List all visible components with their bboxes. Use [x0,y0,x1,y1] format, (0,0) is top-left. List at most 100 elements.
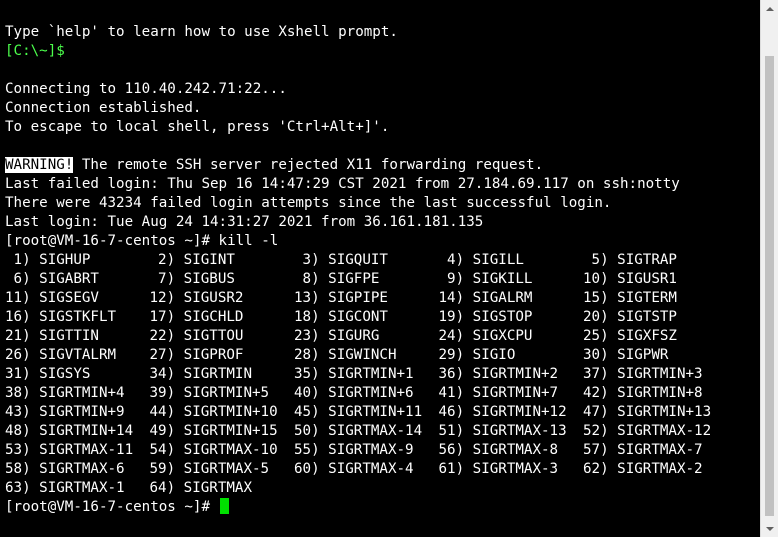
signal-entry: 16) SIGSTKFLT [5,309,117,325]
signal-entry: 41) SIGRTMIN+7 [438,385,559,401]
signal-entry: 19) SIGSTOP [438,309,533,325]
warning-text: The remote SSH server rejected X11 forwa… [73,157,544,173]
signal-entry: 26) SIGVTALRM [5,347,117,363]
signal-row: 31) SIGSYS 34) SIGRTMIN 35) SIGRTMIN+1 36) … [5,365,728,384]
signal-entry: 14) SIGALRM [438,290,533,306]
signal-entry: 8) SIGFPE [294,271,380,287]
signal-entry: 12) SIGUSR2 [149,290,244,306]
signal-entry: 47) SIGRTMIN+13 [583,404,712,420]
signal-row: 21) SIGTTIN 22) SIGTTOU 23) SIGURG 24) SIGX… [5,327,728,346]
command-line: [root@VM-16-7-centos ~]# kill -l [5,233,279,249]
signal-entry: 39) SIGRTMIN+5 [149,385,270,401]
signal-entry: 24) SIGXCPU [438,328,533,344]
last-login-line: Last login: Tue Aug 24 14:31:27 2021 fro… [5,214,484,230]
warning-line: WARNING! The remote SSH server rejected … [5,156,728,175]
established-line: Connection established. [5,100,202,116]
signal-entry: 25) SIGXFSZ [583,328,677,344]
failed-attempts-line: There were 43234 failed login attempts s… [5,195,612,211]
signal-row: 38) SIGRTMIN+4 39) SIGRTMIN+5 40) SIGRTMIN… [5,384,728,403]
signal-entry: 52) SIGRTMAX-12 [583,423,712,439]
signal-row: 1) SIGHUP 2) SIGINT 3) SIGQUIT 4) SIGILL… [5,251,728,270]
signal-entry: 1) SIGHUP [5,252,91,268]
signal-entry: 23) SIGURG [294,328,380,344]
signal-entry: 56) SIGRTMAX-8 [438,442,559,458]
signal-entry: 31) SIGSYS [5,366,91,382]
final-prompt-line[interactable]: [root@VM-16-7-centos ~]# [5,498,728,517]
signal-entry: 60) SIGRTMAX-4 [294,461,414,477]
signal-entry: 48) SIGRTMIN+14 [5,423,134,439]
signal-entry: 44) SIGRTMIN+10 [149,404,278,420]
vertical-scrollbar[interactable] [760,0,778,537]
signal-entry: 6) SIGABRT [5,271,99,287]
signal-entry: 20) SIGTSTP [583,309,677,325]
signal-entry: 3) SIGQUIT [294,252,388,268]
scroll-up-button[interactable] [761,0,778,17]
signal-entry: 10) SIGUSR1 [583,271,677,287]
signal-entry: 46) SIGRTMIN+12 [438,404,567,420]
scrollbar-thumb[interactable] [765,56,774,516]
signal-entry: 42) SIGRTMIN+8 [583,385,703,401]
signal-entry: 49) SIGRTMIN+15 [149,423,278,439]
signal-entry: 13) SIGPIPE [294,290,388,306]
signal-entry: 43) SIGRTMIN+9 [5,404,125,420]
signal-row: 6) SIGABRT 7) SIGBUS 8) SIGFPE 9) SIGKIL… [5,270,728,289]
escape-hint-line: To escape to local shell, press 'Ctrl+Al… [5,119,390,135]
signal-entry: 28) SIGWINCH [294,347,397,363]
signal-entry: 61) SIGRTMAX-3 [438,461,559,477]
signal-entry: 59) SIGRTMAX-5 [149,461,270,477]
signal-entry: 55) SIGRTMAX-9 [294,442,414,458]
terminal-output[interactable]: Type `help' to learn how to use Xshell p… [0,0,760,537]
warning-label: WARNING! [5,157,74,173]
signal-entry: 35) SIGRTMIN+1 [294,366,414,382]
signal-row: 11) SIGSEGV 12) SIGUSR2 13) SIGPIPE 14) SIG… [5,289,728,308]
signal-entry: 45) SIGRTMIN+11 [294,404,423,420]
signal-row: 53) SIGRTMAX-11 54) SIGRTMAX-10 55) SIGRTM… [5,441,728,460]
signal-row: 63) SIGRTMAX-1 64) SIGRTMAX [5,479,728,498]
signal-entry: 4) SIGILL [438,252,524,268]
signal-list: 1) SIGHUP 2) SIGINT 3) SIGQUIT 4) SIGILL… [5,251,728,498]
signal-entry: 9) SIGKILL [438,271,533,287]
connecting-line: Connecting to 110.40.242.71:22... [5,81,287,97]
signal-entry: 36) SIGRTMIN+2 [438,366,559,382]
signal-entry: 5) SIGTRAP [583,252,677,268]
final-prompt: [root@VM-16-7-centos ~]# [5,499,219,515]
signal-entry: 22) SIGTTOU [149,328,244,344]
signal-entry: 53) SIGRTMAX-11 [5,442,134,458]
signal-entry: 27) SIGPROF [149,347,244,363]
local-prompt: [C:\~]$ [5,43,65,59]
signal-entry: 15) SIGTERM [583,290,677,306]
signal-entry: 38) SIGRTMIN+4 [5,385,125,401]
signal-entry: 40) SIGRTMIN+6 [294,385,414,401]
signal-entry: 30) SIGPWR [583,347,669,363]
signal-entry: 50) SIGRTMAX-14 [294,423,423,439]
signal-row: 43) SIGRTMIN+9 44) SIGRTMIN+10 45) SIGRTMI… [5,403,728,422]
triangle-up-icon [765,6,774,11]
signal-entry: 7) SIGBUS [149,271,235,287]
signal-row: 26) SIGVTALRM 27) SIGPROF 28) SIGWINCH 29) … [5,346,728,365]
signal-entry: 64) SIGRTMAX [149,480,253,496]
signal-entry: 21) SIGTTIN [5,328,99,344]
signal-entry: 18) SIGCONT [294,309,388,325]
signal-entry: 34) SIGRTMIN [149,366,253,382]
last-failed-line: Last failed login: Thu Sep 16 14:47:29 C… [5,176,680,192]
triangle-down-icon [765,526,774,531]
signal-entry: 2) SIGINT [149,252,235,268]
signal-entry: 58) SIGRTMAX-6 [5,461,125,477]
signal-entry: 62) SIGRTMAX-2 [583,461,703,477]
signal-entry: 54) SIGRTMAX-10 [149,442,278,458]
signal-entry: 63) SIGRTMAX-1 [5,480,125,496]
terminal-lines: Type `help' to learn how to use Xshell p… [5,23,728,517]
text-cursor [219,498,229,514]
signal-row: 58) SIGRTMAX-6 59) SIGRTMAX-5 60) SIGRTMAX… [5,460,728,479]
signal-entry: 17) SIGCHLD [149,309,244,325]
signal-entry: 29) SIGIO [438,347,516,363]
signal-row: 16) SIGSTKFLT 17) SIGCHLD 18) SIGCONT 19) S… [5,308,728,327]
signal-entry: 37) SIGRTMIN+3 [583,366,703,382]
signal-entry: 51) SIGRTMAX-13 [438,423,567,439]
scroll-down-button[interactable] [761,520,778,537]
help-line: Type `help' to learn how to use Xshell p… [5,24,398,40]
signal-entry: 57) SIGRTMAX-7 [583,442,703,458]
signal-entry: 11) SIGSEGV [5,290,99,306]
